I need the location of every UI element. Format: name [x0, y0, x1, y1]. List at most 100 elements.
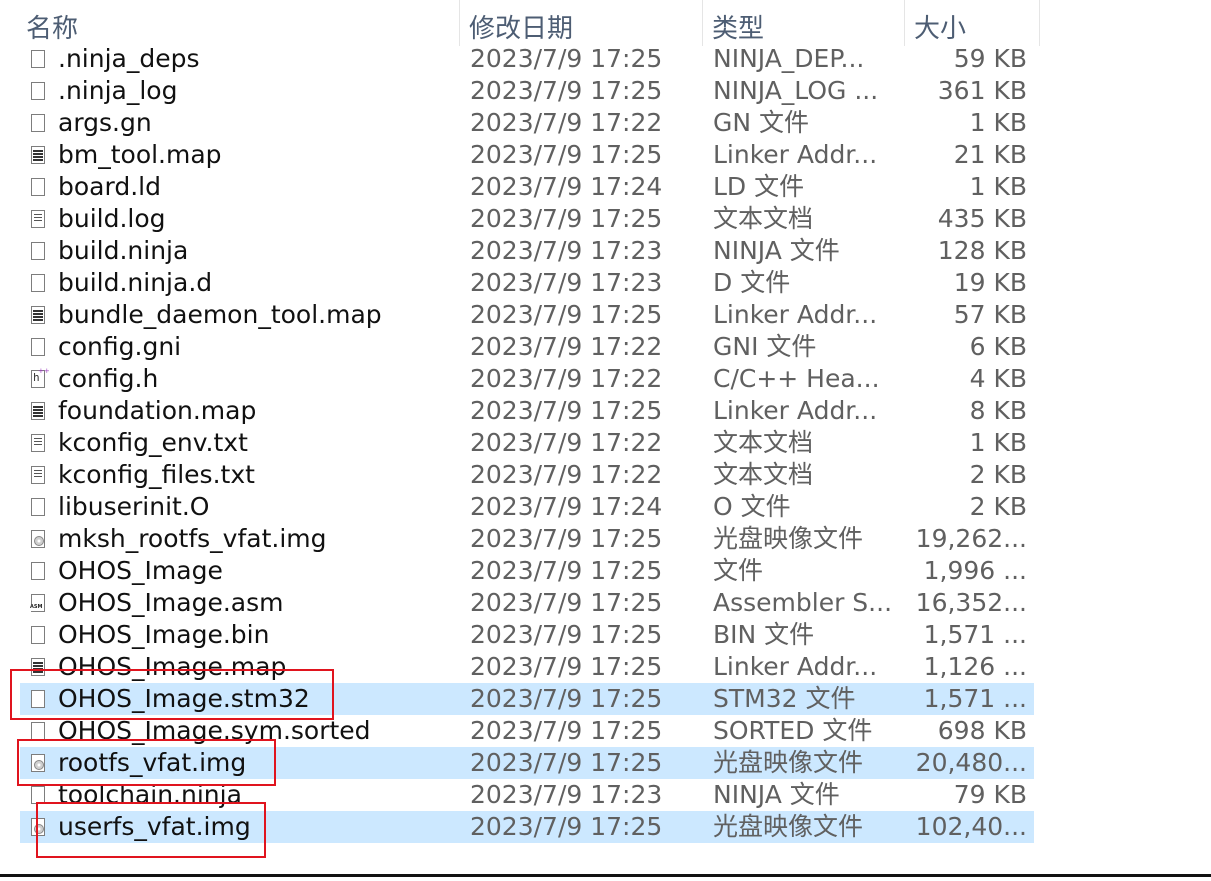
file-type: GN 文件 — [713, 108, 810, 137]
file-row[interactable]: build.log 2023/7/9 17:25 文本文档 435 KB — [20, 203, 1034, 235]
file-type: BIN 文件 — [713, 620, 815, 649]
file-size: 79 KB — [953, 780, 1027, 809]
file-icon — [31, 562, 45, 580]
file-name: mksh_rootfs_vfat.img — [58, 524, 327, 553]
column-divider[interactable] — [1039, 0, 1040, 46]
file-size: 1,126 ... — [923, 652, 1027, 681]
file-row[interactable]: bm_tool.map 2023/7/9 17:25 Linker Addr... 2… — [20, 139, 1034, 171]
file-row[interactable]: kconfig_files.txt 2023/7/9 17:22 文本文档 2 KB — [20, 459, 1034, 491]
file-size: 8 KB — [969, 396, 1027, 425]
file-type: 光盘映像文件 — [713, 524, 864, 553]
file-name: OHOS_Image.bin — [58, 620, 270, 649]
column-header-name[interactable]: 名称 ˄ — [18, 0, 459, 46]
file-name: OHOS_Image.asm — [58, 588, 284, 617]
file-row[interactable]: bundle_daemon_tool.map 2023/7/9 17:25 Link… — [20, 299, 1034, 331]
file-type: Linker Addr... — [713, 300, 878, 329]
file-row[interactable]: foundation.map 2023/7/9 17:25 Linker Addr.… — [20, 395, 1034, 427]
file-date-modified: 2023/7/9 17:25 — [470, 588, 663, 617]
file-size: 20,480... — [915, 748, 1027, 777]
file-size: 1 KB — [969, 428, 1027, 457]
file-type: O 文件 — [713, 492, 791, 521]
column-divider[interactable] — [459, 0, 460, 46]
file-date-modified: 2023/7/9 17:25 — [470, 812, 663, 841]
file-type: 文件 — [713, 556, 764, 585]
file-row[interactable]: config.h 2023/7/9 17:22 C/C++ Hea... 4 KB — [20, 363, 1034, 395]
file-size: 1,571 ... — [923, 620, 1027, 649]
file-size: 19,262... — [915, 524, 1027, 553]
file-icon — [31, 242, 45, 260]
file-icon — [31, 338, 45, 356]
file-row[interactable]: mksh_rootfs_vfat.img 2023/7/9 17:25 光盘映像文件… — [20, 523, 1034, 555]
file-type: Linker Addr... — [713, 652, 878, 681]
file-row[interactable]: .ninja_log 2023/7/9 17:25 NINJA_LOG ... 361… — [20, 75, 1034, 107]
file-name: config.gni — [58, 332, 182, 361]
file-type: STM32 文件 — [713, 684, 856, 713]
file-row[interactable]: .ninja_deps 2023/7/9 17:25 NINJA_DEP... 59 … — [20, 43, 1034, 75]
file-name: .ninja_deps — [58, 44, 200, 73]
column-header-name-label: 名称 — [26, 14, 79, 44]
file-date-modified: 2023/7/9 17:22 — [470, 332, 663, 361]
file-type: 文本文档 — [713, 428, 814, 457]
file-name: args.gn — [58, 108, 152, 137]
file-name: toolchain.ninja — [58, 780, 242, 809]
file-name: kconfig_files.txt — [58, 460, 255, 489]
partial-row-divider — [0, 874, 1211, 881]
file-row[interactable]: OHOS_Image.stm32 2023/7/9 17:25 STM32 文件 1,… — [20, 683, 1034, 715]
file-row[interactable]: OHOS_Image.map 2023/7/9 17:25 Linker Addr.… — [20, 651, 1034, 683]
column-header-type[interactable]: 类型 — [704, 0, 904, 46]
file-row[interactable]: OHOS_Image.asm 2023/7/9 17:25 Assembler S.… — [20, 587, 1034, 619]
chevron-up-icon: ˄ — [248, 0, 256, 13]
file-row[interactable]: build.ninja 2023/7/9 17:23 NINJA 文件 128 KB — [20, 235, 1034, 267]
file-row[interactable]: userfs_vfat.img 2023/7/9 17:25 光盘映像文件 102,4… — [20, 811, 1034, 843]
file-date-modified: 2023/7/9 17:25 — [470, 140, 663, 169]
file-name: build.log — [58, 204, 166, 233]
file-type: C/C++ Hea... — [713, 364, 880, 393]
file-size: 4 KB — [969, 364, 1027, 393]
column-header-type-label: 类型 — [712, 14, 765, 44]
file-row[interactable]: OHOS_Image.bin 2023/7/9 17:25 BIN 文件 1,571 … — [20, 619, 1034, 651]
file-row[interactable]: toolchain.ninja 2023/7/9 17:23 NINJA 文件 79 … — [20, 779, 1034, 811]
file-type: SORTED 文件 — [713, 716, 873, 745]
map-file-icon — [31, 658, 45, 676]
file-type: 文本文档 — [713, 204, 814, 233]
disc-image-icon — [31, 530, 45, 548]
file-date-modified: 2023/7/9 17:23 — [470, 780, 663, 809]
file-row[interactable]: OHOS_Image 2023/7/9 17:25 文件 1,996 ... — [20, 555, 1034, 587]
column-header-date-modified[interactable]: 修改日期 — [461, 0, 701, 46]
file-name: kconfig_env.txt — [58, 428, 248, 457]
file-date-modified: 2023/7/9 17:24 — [470, 492, 663, 521]
file-date-modified: 2023/7/9 17:22 — [470, 108, 663, 137]
file-type: Linker Addr... — [713, 140, 878, 169]
file-type: NINJA 文件 — [713, 780, 840, 809]
file-row[interactable]: build.ninja.d 2023/7/9 17:23 D 文件 19 KB — [20, 267, 1034, 299]
file-size: 1,571 ... — [923, 684, 1027, 713]
file-name: board.ld — [58, 172, 161, 201]
file-row[interactable]: board.ld 2023/7/9 17:24 LD 文件 1 KB — [20, 171, 1034, 203]
file-row[interactable]: libuserinit.O 2023/7/9 17:24 O 文件 2 KB — [20, 491, 1034, 523]
file-name: rootfs_vfat.img — [58, 748, 247, 777]
file-row[interactable]: kconfig_env.txt 2023/7/9 17:22 文本文档 1 KB — [20, 427, 1034, 459]
column-header-date-label: 修改日期 — [469, 14, 574, 44]
file-size: 1 KB — [969, 108, 1027, 137]
column-header-size[interactable]: 大小 — [906, 0, 1039, 46]
text-file-icon — [31, 210, 45, 228]
file-date-modified: 2023/7/9 17:25 — [470, 524, 663, 553]
map-file-icon — [31, 402, 45, 420]
file-date-modified: 2023/7/9 17:23 — [470, 236, 663, 265]
file-row[interactable]: OHOS_Image.sym.sorted 2023/7/9 17:25 SORTE… — [20, 715, 1034, 747]
file-type: 光盘映像文件 — [713, 812, 864, 841]
file-row[interactable]: args.gn 2023/7/9 17:22 GN 文件 1 KB — [20, 107, 1034, 139]
header-file-icon — [31, 367, 50, 388]
file-date-modified: 2023/7/9 17:25 — [470, 204, 663, 233]
file-size: 102,40... — [915, 812, 1027, 841]
file-date-modified: 2023/7/9 17:25 — [470, 396, 663, 425]
map-file-icon — [31, 146, 45, 164]
file-name: OHOS_Image.map — [58, 652, 287, 681]
file-row[interactable]: config.gni 2023/7/9 17:22 GNI 文件 6 KB — [20, 331, 1034, 363]
asm-file-icon — [30, 594, 45, 612]
column-divider[interactable] — [904, 0, 905, 46]
file-type: Assembler S... — [713, 588, 893, 617]
column-divider[interactable] — [702, 0, 703, 46]
file-row[interactable]: rootfs_vfat.img 2023/7/9 17:25 光盘映像文件 20,48… — [20, 747, 1034, 779]
file-size: 1,996 ... — [923, 556, 1027, 585]
